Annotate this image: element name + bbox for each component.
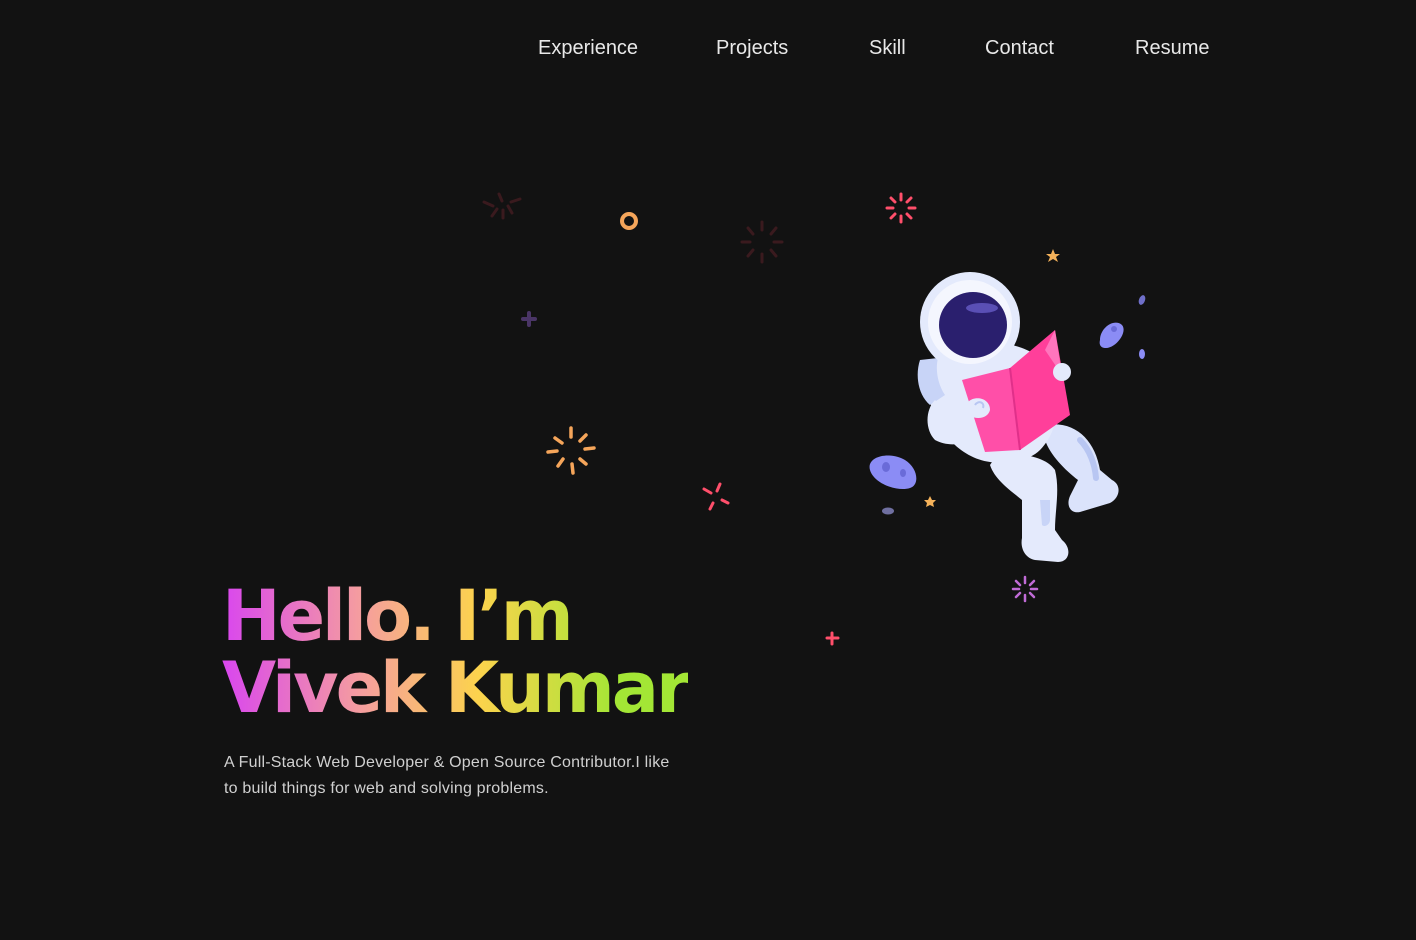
sparkle-icon bbox=[482, 192, 522, 220]
dot-icon bbox=[1138, 295, 1146, 305]
hero-greeting: Hello. I’m bbox=[222, 575, 571, 657]
sparkle-icon bbox=[885, 192, 917, 224]
background-decorations bbox=[482, 192, 1146, 646]
ring-icon bbox=[620, 212, 638, 230]
astronaut-illustration bbox=[917, 272, 1119, 562]
hero-name: Vivek Kumar bbox=[222, 647, 688, 729]
sparkle-icon bbox=[1011, 575, 1039, 603]
dot-icon bbox=[882, 507, 894, 515]
nav-link-resume[interactable]: Resume bbox=[1135, 37, 1209, 60]
hero-description: A Full-Stack Web Developer & Open Source… bbox=[224, 754, 670, 797]
plus-icon bbox=[825, 631, 840, 646]
sparkle-icon bbox=[546, 426, 596, 475]
nav-link-skill[interactable]: Skill bbox=[869, 37, 906, 60]
nav-link-experience[interactable]: Experience bbox=[538, 37, 638, 60]
sparkle-icon bbox=[702, 482, 730, 511]
asteroid-icon bbox=[1099, 322, 1124, 348]
plus-icon bbox=[521, 311, 537, 327]
star-icon bbox=[1046, 249, 1060, 262]
nav-link-projects[interactable]: Projects bbox=[716, 37, 788, 60]
nav-link-contact[interactable]: Contact bbox=[985, 37, 1054, 60]
top-nav: Experience Projects Skill Contact Resume bbox=[0, 0, 1416, 100]
star-icon bbox=[924, 496, 936, 507]
sparkle-icon bbox=[740, 220, 784, 264]
hero-heading: Hello. I’m Vivek Kumar bbox=[222, 580, 688, 724]
dot-icon bbox=[1139, 349, 1145, 359]
asteroid-icon bbox=[869, 455, 917, 490]
